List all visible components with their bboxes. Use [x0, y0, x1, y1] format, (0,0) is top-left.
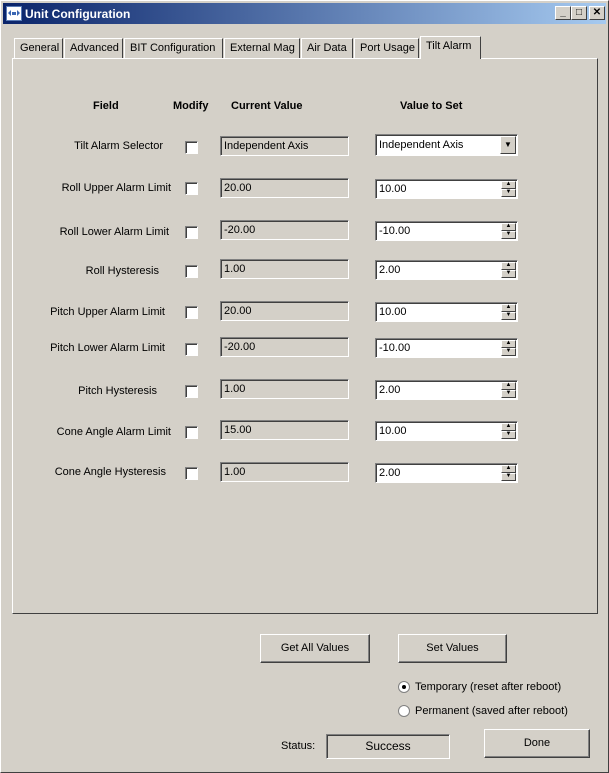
chevron-down-icon[interactable]: ▼ [500, 136, 516, 154]
field-label: Pitch Lower Alarm Limit [50, 342, 165, 354]
spinner-buttons: ▲ ▼ [501, 181, 516, 197]
unit-configuration-window: Unit Configuration _ □ ✕ General Advance… [0, 0, 609, 773]
modify-checkbox[interactable] [185, 182, 198, 195]
title-bar[interactable]: Unit Configuration _ □ ✕ [3, 3, 606, 24]
current-value-field: -20.00 [220, 220, 349, 240]
current-value-field: 1.00 [220, 379, 349, 399]
value-to-set-spinner[interactable]: 10.00 ▲ ▼ [375, 421, 518, 441]
tab-general[interactable]: General [14, 38, 63, 58]
value-to-set-spinner[interactable]: -10.00 ▲ ▼ [375, 221, 518, 241]
status-value: Success [326, 734, 450, 759]
spinner-buttons: ▲ ▼ [501, 382, 516, 398]
get-all-values-button[interactable]: Get All Values [260, 634, 370, 663]
spinner-value[interactable]: 10.00 [379, 183, 407, 195]
spinner-buttons: ▲ ▼ [501, 223, 516, 239]
spin-down-icon[interactable]: ▼ [501, 473, 516, 481]
tab-air-data[interactable]: Air Data [301, 38, 353, 58]
spin-down-icon[interactable]: ▼ [501, 390, 516, 398]
modify-checkbox[interactable] [185, 467, 198, 480]
value-to-set-spinner[interactable]: 2.00 ▲ ▼ [375, 260, 518, 280]
spinner-value[interactable]: 2.00 [379, 264, 400, 276]
field-label: Roll Hysteresis [85, 265, 159, 277]
minimize-button[interactable]: _ [555, 6, 571, 20]
field-label: Pitch Upper Alarm Limit [50, 306, 165, 318]
spin-down-icon[interactable]: ▼ [501, 189, 516, 197]
header-modify: Modify [173, 100, 209, 112]
spin-up-icon[interactable]: ▲ [501, 223, 516, 231]
tab-port-usage[interactable]: Port Usage [354, 38, 419, 58]
value-to-set-spinner[interactable]: 10.00 ▲ ▼ [375, 179, 518, 199]
spin-up-icon[interactable]: ▲ [501, 465, 516, 473]
spinner-value[interactable]: 10.00 [379, 306, 407, 318]
field-label: Roll Lower Alarm Limit [59, 226, 169, 238]
spinner-buttons: ▲ ▼ [501, 262, 516, 278]
spinner-buttons: ▲ ▼ [501, 465, 516, 481]
close-button[interactable]: ✕ [589, 6, 605, 20]
field-label: Cone Angle Hysteresis [54, 466, 166, 478]
header-field: Field [93, 100, 119, 112]
temporary-radio[interactable] [398, 681, 410, 693]
set-values-button[interactable]: Set Values [398, 634, 507, 663]
spinner-value[interactable]: 2.00 [379, 467, 400, 479]
spin-up-icon[interactable]: ▲ [501, 423, 516, 431]
spinner-buttons: ▲ ▼ [501, 340, 516, 356]
field-label: Pitch Hysteresis [78, 385, 157, 397]
permanent-radio[interactable] [398, 705, 410, 717]
field-label: Cone Angle Alarm Limit [56, 426, 171, 438]
maximize-button[interactable]: □ [571, 6, 587, 20]
field-label: Tilt Alarm Selector [74, 140, 163, 152]
field-label: Roll Upper Alarm Limit [61, 182, 171, 194]
temporary-radio-label[interactable]: Temporary (reset after reboot) [415, 681, 561, 693]
modify-checkbox[interactable] [185, 226, 198, 239]
modify-checkbox[interactable] [185, 426, 198, 439]
spinner-buttons: ▲ ▼ [501, 423, 516, 439]
current-value-field: 1.00 [220, 259, 349, 279]
tab-tilt-alarm[interactable]: Tilt Alarm [420, 36, 481, 59]
header-value-to-set: Value to Set [400, 100, 463, 112]
current-value-field: 20.00 [220, 178, 349, 198]
modify-checkbox[interactable] [185, 306, 198, 319]
tilt-alarm-selector-dropdown[interactable]: Independent Axis ▼ [375, 134, 518, 156]
modify-checkbox[interactable] [185, 265, 198, 278]
current-value-field: 20.00 [220, 301, 349, 321]
current-value-field: -20.00 [220, 337, 349, 357]
spin-down-icon[interactable]: ▼ [501, 431, 516, 439]
spin-up-icon[interactable]: ▲ [501, 304, 516, 312]
tab-advanced[interactable]: Advanced [64, 38, 123, 58]
spin-up-icon[interactable]: ▲ [501, 262, 516, 270]
modify-checkbox[interactable] [185, 343, 198, 356]
current-value-field: 15.00 [220, 420, 349, 440]
spinner-buttons: ▲ ▼ [501, 304, 516, 320]
spinner-value[interactable]: -10.00 [379, 225, 410, 237]
spinner-value[interactable]: 2.00 [379, 384, 400, 396]
app-icon [6, 6, 22, 21]
value-to-set-spinner[interactable]: 2.00 ▲ ▼ [375, 463, 518, 483]
spin-down-icon[interactable]: ▼ [501, 348, 516, 356]
value-to-set-spinner[interactable]: -10.00 ▲ ▼ [375, 338, 518, 358]
spin-up-icon[interactable]: ▲ [501, 181, 516, 189]
done-button[interactable]: Done [484, 729, 590, 758]
spin-down-icon[interactable]: ▼ [501, 312, 516, 320]
spin-down-icon[interactable]: ▼ [501, 231, 516, 239]
modify-checkbox[interactable] [185, 141, 198, 154]
spinner-value[interactable]: 10.00 [379, 425, 407, 437]
window-title: Unit Configuration [25, 7, 131, 21]
current-value-field: 1.00 [220, 462, 349, 482]
value-to-set-spinner[interactable]: 10.00 ▲ ▼ [375, 302, 518, 322]
permanent-radio-label[interactable]: Permanent (saved after reboot) [415, 705, 568, 717]
spin-up-icon[interactable]: ▲ [501, 382, 516, 390]
spin-down-icon[interactable]: ▼ [501, 270, 516, 278]
spinner-value[interactable]: -10.00 [379, 342, 410, 354]
status-label: Status: [281, 740, 316, 752]
spin-up-icon[interactable]: ▲ [501, 340, 516, 348]
current-value-field: Independent Axis [220, 136, 349, 156]
tab-external-mag[interactable]: External Mag [224, 38, 300, 58]
modify-checkbox[interactable] [185, 385, 198, 398]
header-current-value: Current Value [231, 100, 303, 112]
value-to-set-spinner[interactable]: 2.00 ▲ ▼ [375, 380, 518, 400]
dropdown-value: Independent Axis [379, 139, 464, 151]
tab-bit-configuration[interactable]: BIT Configuration [124, 38, 223, 58]
